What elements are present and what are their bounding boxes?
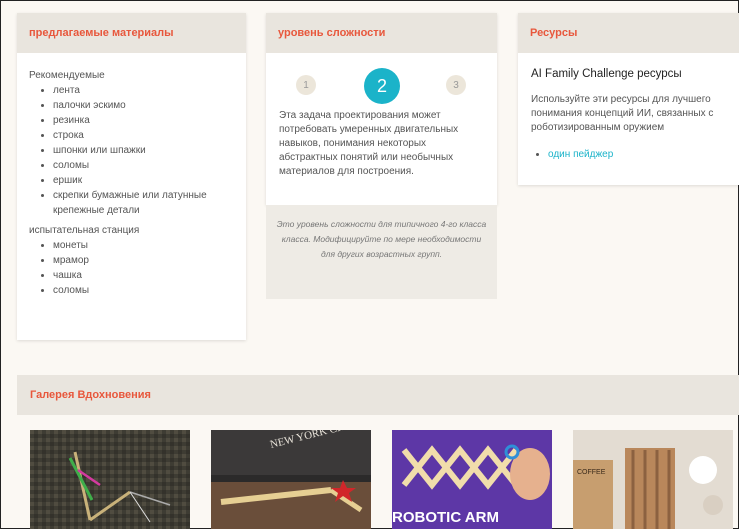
resources-title: Ресурсы [518, 13, 739, 53]
list-item: ершик [53, 173, 244, 188]
materials-title: предлагаемые материалы [17, 13, 246, 53]
list-item: мрамор [53, 253, 244, 268]
list-item: соломы [53, 283, 244, 298]
gallery-image-4[interactable]: COFFEE [573, 430, 733, 529]
difficulty-description: Эта задача проектирования может потребов… [279, 110, 459, 177]
list-item: палочки эскимо [53, 98, 244, 113]
gallery-image-2[interactable]: NEW YORK CITY [211, 430, 371, 529]
list-item: соломы [53, 158, 244, 173]
resources-card: Ресурсы AI Family Challenge ресурсы Испо… [518, 13, 739, 185]
recommended-list: лента палочки эскимо резинка строка шпон… [29, 83, 244, 218]
list-item: резинка [53, 113, 244, 128]
difficulty-card: уровень сложности 1 2 3 Эта задача проек… [266, 13, 497, 205]
list-item: чашка [53, 268, 244, 283]
list-item: строка [53, 128, 244, 143]
gallery-image-3-text: ROBOTIC ARM [392, 509, 499, 526]
difficulty-title: уровень сложности [266, 13, 497, 53]
resources-description: Используйте эти ресурсы для лучшего пони… [531, 94, 714, 133]
list-item: один пейджер [548, 147, 613, 162]
difficulty-note: Это уровень сложности для типичного 4-го… [266, 205, 497, 299]
materials-card: предлагаемые материалы Рекомендуемые лен… [17, 13, 246, 340]
station-label: испытательная станция [29, 225, 140, 236]
list-item: скрепки бумажные или латунные крепежные … [53, 188, 244, 218]
difficulty-step-3[interactable]: 3 [446, 75, 466, 95]
station-list: монеты мрамор чашка соломы [29, 238, 244, 298]
list-item: монеты [53, 238, 244, 253]
one-pager-link[interactable]: один пейджер [548, 149, 613, 160]
gallery-image-1[interactable] [30, 430, 190, 529]
gallery-image-4-text: COFFEE [577, 469, 606, 476]
recommended-label: Рекомендуемые [29, 70, 105, 81]
gallery-image-3[interactable]: ROBOTIC ARM [392, 430, 552, 529]
list-item: шпонки или шпажки [53, 143, 244, 158]
resources-heading: AI Family Challenge ресурсы [531, 68, 682, 80]
gallery-title: Галерея Вдохновения [17, 375, 739, 415]
list-item: лента [53, 83, 244, 98]
difficulty-step-2[interactable]: 2 [364, 68, 400, 104]
resources-links: один пейджер [524, 147, 613, 162]
difficulty-step-1[interactable]: 1 [296, 75, 316, 95]
